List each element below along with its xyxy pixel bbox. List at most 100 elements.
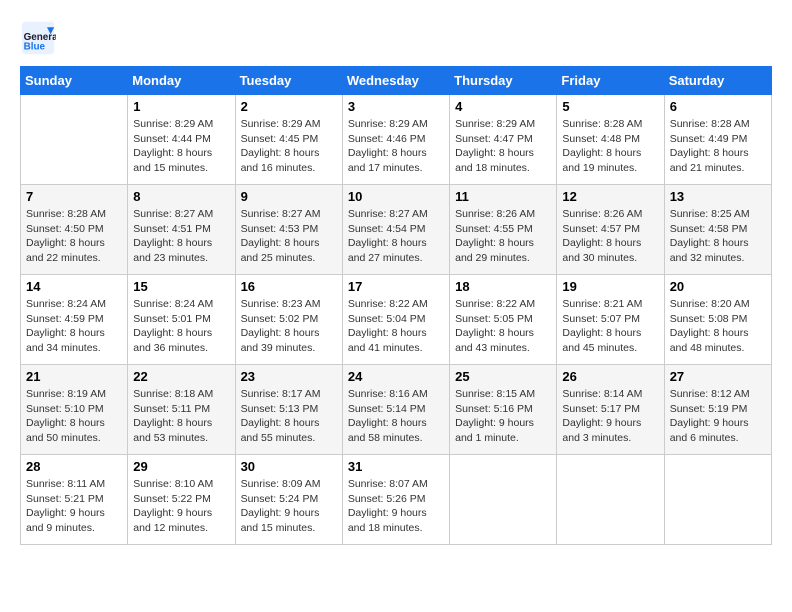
calendar-cell: 27 Sunrise: 8:12 AMSunset: 5:19 PMDayligh…: [664, 365, 771, 455]
day-number: 30: [241, 459, 337, 474]
day-info: Sunrise: 8:12 AMSunset: 5:19 PMDaylight:…: [670, 387, 766, 446]
calendar-cell: 6Sunrise: 8:28 AMSunset: 4:49 PMDaylight…: [664, 95, 771, 185]
calendar-cell: 19Sunrise: 8:21 AMSunset: 5:07 PMDayligh…: [557, 275, 664, 365]
calendar-cell: 20 Sunrise: 8:20 AMSunset: 5:08 PMDayligh…: [664, 275, 771, 365]
day-number: 23: [241, 369, 337, 384]
calendar-week-row: 7 Sunrise: 8:28 AMSunset: 4:50 PMDaylight…: [21, 185, 772, 275]
day-info: Sunrise: 8:29 AMSunset: 4:46 PMDaylight:…: [348, 117, 444, 176]
calendar-cell: [450, 455, 557, 545]
calendar-cell: 7 Sunrise: 8:28 AMSunset: 4:50 PMDaylight…: [21, 185, 128, 275]
calendar-cell: 29 Sunrise: 8:10 AMSunset: 5:22 PMDayligh…: [128, 455, 235, 545]
calendar-cell: 21 Sunrise: 8:19 AMSunset: 5:10 PMDayligh…: [21, 365, 128, 455]
calendar-cell: 11 Sunrise: 8:26 AMSunset: 4:55 PMDayligh…: [450, 185, 557, 275]
calendar-cell: 24 Sunrise: 8:16 AMSunset: 5:14 PMDayligh…: [342, 365, 449, 455]
page-header: General Blue: [20, 20, 772, 56]
day-number: 2: [241, 99, 337, 114]
day-number: 15: [133, 279, 229, 294]
logo-icon: General Blue: [20, 20, 56, 56]
header-day-saturday: Saturday: [664, 67, 771, 95]
calendar-cell: 18 Sunrise: 8:22 AMSunset: 5:05 PMDayligh…: [450, 275, 557, 365]
day-number: 22: [133, 369, 229, 384]
day-info: Sunrise: 8:23 AMSunset: 5:02 PMDaylight:…: [241, 297, 337, 356]
day-info: Sunrise: 8:18 AMSunset: 5:11 PMDaylight:…: [133, 387, 229, 446]
day-info: Sunrise: 8:14 AMSunset: 5:17 PMDaylight:…: [562, 387, 658, 446]
header-day-sunday: Sunday: [21, 67, 128, 95]
day-number: 29: [133, 459, 229, 474]
day-number: 8: [133, 189, 229, 204]
calendar-cell: 26Sunrise: 8:14 AMSunset: 5:17 PMDayligh…: [557, 365, 664, 455]
calendar-cell: 17 Sunrise: 8:22 AMSunset: 5:04 PMDayligh…: [342, 275, 449, 365]
day-info: Sunrise: 8:11 AMSunset: 5:21 PMDaylight:…: [26, 477, 122, 536]
day-number: 20: [670, 279, 766, 294]
calendar-week-row: 21 Sunrise: 8:19 AMSunset: 5:10 PMDayligh…: [21, 365, 772, 455]
day-info: Sunrise: 8:15 AMSunset: 5:16 PMDaylight:…: [455, 387, 551, 446]
day-info: Sunrise: 8:09 AMSunset: 5:24 PMDaylight:…: [241, 477, 337, 536]
calendar-cell: 2Sunrise: 8:29 AMSunset: 4:45 PMDaylight…: [235, 95, 342, 185]
calendar-cell: 8 Sunrise: 8:27 AMSunset: 4:51 PMDaylight…: [128, 185, 235, 275]
day-number: 28: [26, 459, 122, 474]
day-number: 21: [26, 369, 122, 384]
calendar-week-row: 14 Sunrise: 8:24 AMSunset: 4:59 PMDayligh…: [21, 275, 772, 365]
header-day-friday: Friday: [557, 67, 664, 95]
day-info: Sunrise: 8:20 AMSunset: 5:08 PMDaylight:…: [670, 297, 766, 356]
day-info: Sunrise: 8:17 AMSunset: 5:13 PMDaylight:…: [241, 387, 337, 446]
day-info: Sunrise: 8:29 AMSunset: 4:47 PMDaylight:…: [455, 117, 551, 176]
calendar-cell: [664, 455, 771, 545]
day-number: 3: [348, 99, 444, 114]
day-number: 14: [26, 279, 122, 294]
day-info: Sunrise: 8:26 AMSunset: 4:57 PMDaylight:…: [562, 207, 658, 266]
calendar-cell: 12 Sunrise: 8:26 AMSunset: 4:57 PMDayligh…: [557, 185, 664, 275]
day-number: 12: [562, 189, 658, 204]
day-info: Sunrise: 8:28 AMSunset: 4:48 PMDaylight:…: [562, 117, 658, 176]
calendar-cell: 23 Sunrise: 8:17 AMSunset: 5:13 PMDayligh…: [235, 365, 342, 455]
calendar-cell: 30 Sunrise: 8:09 AMSunset: 5:24 PMDayligh…: [235, 455, 342, 545]
day-number: 31: [348, 459, 444, 474]
calendar-cell: 22 Sunrise: 8:18 AMSunset: 5:11 PMDayligh…: [128, 365, 235, 455]
header-day-tuesday: Tuesday: [235, 67, 342, 95]
day-info: Sunrise: 8:28 AMSunset: 4:50 PMDaylight:…: [26, 207, 122, 266]
day-number: 11: [455, 189, 551, 204]
calendar-cell: 10Sunrise: 8:27 AMSunset: 4:54 PMDayligh…: [342, 185, 449, 275]
calendar-cell: 25Sunrise: 8:15 AMSunset: 5:16 PMDayligh…: [450, 365, 557, 455]
calendar-cell: [557, 455, 664, 545]
calendar-cell: 28 Sunrise: 8:11 AMSunset: 5:21 PMDayligh…: [21, 455, 128, 545]
header-day-monday: Monday: [128, 67, 235, 95]
day-info: Sunrise: 8:16 AMSunset: 5:14 PMDaylight:…: [348, 387, 444, 446]
day-number: 27: [670, 369, 766, 384]
calendar-cell: 5 Sunrise: 8:28 AMSunset: 4:48 PMDaylight…: [557, 95, 664, 185]
day-number: 17: [348, 279, 444, 294]
day-number: 19: [562, 279, 658, 294]
calendar-cell: 4Sunrise: 8:29 AMSunset: 4:47 PMDaylight…: [450, 95, 557, 185]
day-info: Sunrise: 8:27 AMSunset: 4:53 PMDaylight:…: [241, 207, 337, 266]
calendar-cell: 1 Sunrise: 8:29 AMSunset: 4:44 PMDaylight…: [128, 95, 235, 185]
day-info: Sunrise: 8:07 AMSunset: 5:26 PMDaylight:…: [348, 477, 444, 536]
day-number: 10: [348, 189, 444, 204]
day-number: 5: [562, 99, 658, 114]
day-number: 13: [670, 189, 766, 204]
calendar-cell: 31 Sunrise: 8:07 AMSunset: 5:26 PMDayligh…: [342, 455, 449, 545]
calendar-cell: 16 Sunrise: 8:23 AMSunset: 5:02 PMDayligh…: [235, 275, 342, 365]
calendar-header-row: SundayMondayTuesdayWednesdayThursdayFrid…: [21, 67, 772, 95]
calendar-cell: 3 Sunrise: 8:29 AMSunset: 4:46 PMDaylight…: [342, 95, 449, 185]
day-number: 18: [455, 279, 551, 294]
calendar-week-row: 28 Sunrise: 8:11 AMSunset: 5:21 PMDayligh…: [21, 455, 772, 545]
day-number: 1: [133, 99, 229, 114]
day-info: Sunrise: 8:22 AMSunset: 5:05 PMDaylight:…: [455, 297, 551, 356]
day-info: Sunrise: 8:26 AMSunset: 4:55 PMDaylight:…: [455, 207, 551, 266]
day-info: Sunrise: 8:27 AMSunset: 4:51 PMDaylight:…: [133, 207, 229, 266]
day-info: Sunrise: 8:10 AMSunset: 5:22 PMDaylight:…: [133, 477, 229, 536]
day-number: 24: [348, 369, 444, 384]
day-info: Sunrise: 8:25 AMSunset: 4:58 PMDaylight:…: [670, 207, 766, 266]
day-number: 9: [241, 189, 337, 204]
day-info: Sunrise: 8:22 AMSunset: 5:04 PMDaylight:…: [348, 297, 444, 356]
svg-text:Blue: Blue: [24, 42, 46, 53]
day-number: 7: [26, 189, 122, 204]
day-number: 6: [670, 99, 766, 114]
day-info: Sunrise: 8:19 AMSunset: 5:10 PMDaylight:…: [26, 387, 122, 446]
day-info: Sunrise: 8:24 AMSunset: 4:59 PMDaylight:…: [26, 297, 122, 356]
day-number: 16: [241, 279, 337, 294]
calendar-cell: 13 Sunrise: 8:25 AMSunset: 4:58 PMDayligh…: [664, 185, 771, 275]
calendar-cell: 9 Sunrise: 8:27 AMSunset: 4:53 PMDaylight…: [235, 185, 342, 275]
day-info: Sunrise: 8:29 AMSunset: 4:44 PMDaylight:…: [133, 117, 229, 176]
day-info: Sunrise: 8:24 AMSunset: 5:01 PMDaylight:…: [133, 297, 229, 356]
